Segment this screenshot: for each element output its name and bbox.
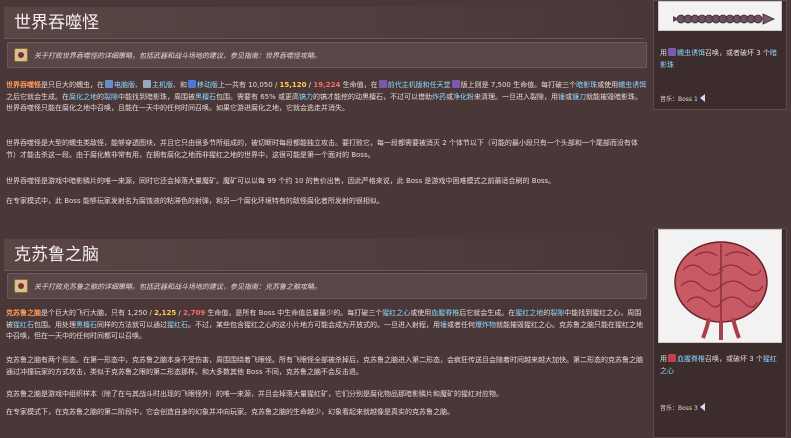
boss-infobox-eater: 用蠕虫诱饵召唤，或者破坏 3 个暗影珠 音乐：Boss 1	[653, 0, 787, 110]
paragraph-3: 世界吞噬怪是游戏中暗影鳞片的唯一来源，同时它还会掉落大量魔矿。魔矿可以以每 99…	[6, 177, 556, 185]
guide-icon	[14, 48, 28, 62]
music-row-eater: 音乐：Boss 1	[660, 94, 705, 106]
music-text: 音乐：Boss 3	[660, 405, 698, 412]
paragraph-3: 克苏鲁之脑是游戏中组织样本（除了在与其战斗时出现的飞眼怪外）的唯一来源，并且会掉…	[6, 390, 503, 398]
nintendo-icon	[451, 80, 460, 88]
heading-text: 世界吞噬怪	[14, 13, 99, 33]
main-article-box: 关于打败克苏鲁之脑的详细策略，包括武器和战斗场地的建议，参见指南：克苏鲁之脑攻略…	[7, 273, 647, 299]
boss-image-brain	[658, 229, 782, 343]
heading-text: 克苏鲁之脑	[14, 245, 99, 265]
bloody-spine-icon	[668, 354, 676, 362]
speaker-icon[interactable]	[699, 94, 705, 102]
section-eater-of-worlds: 世界吞噬怪 关于打败世界吞噬怪的详细策略，包括武器和战斗场地的建议，参见指南：世…	[0, 0, 791, 228]
paragraph-1: 克苏鲁之脑是个巨大的飞行大脑，只有 1,250 / 2,125 / 2,709 …	[6, 309, 643, 340]
music-text: 音乐：Boss 1	[660, 96, 698, 103]
pc-icon	[105, 80, 113, 88]
paragraph-1: 世界吞噬怪是只巨大的蠕虫，在 电脑版、 主机版、和 移动版上一共有 10,050 / …	[6, 80, 647, 112]
page-heading-eater: 世界吞噬怪	[4, 7, 644, 39]
worm-food-icon	[668, 48, 676, 56]
eater-of-worlds-sprite-icon	[673, 13, 775, 25]
mobile-icon	[188, 80, 196, 88]
main-article-box: 关于打败世界吞噬怪的详细策略，包括武器和战斗场地的建议，参见指南：世界吞噬怪攻略…	[7, 42, 647, 68]
guide-icon	[14, 279, 28, 293]
boss-infobox-brain: 用血腥脊椎召唤，或破坏 3 个猩红之心 音乐：Boss 3	[653, 228, 787, 438]
main-article-text[interactable]: 关于打败世界吞噬怪的详细策略，包括武器和战斗场地的建议，参见指南：世界吞噬怪攻略…	[34, 50, 321, 62]
page-heading-brain: 克苏鲁之脑	[4, 239, 644, 271]
old-console-icon	[378, 80, 387, 88]
section-brain-of-cthulhu: 克苏鲁之脑 关于打败克苏鲁之脑的详细策略，包括武器和战斗场地的建议，参见指南：克…	[0, 228, 791, 438]
paragraph-4: 在专家模式下，在克苏鲁之脑的第二阶段中，它会创造自身的幻象并冲向玩家。克苏鲁之脑…	[6, 408, 454, 416]
paragraph-2: 世界吞噬怪是大型的蠕虫类敌怪，能够穿透图块，并且它只由很多节所组成的，被切断时每…	[6, 139, 638, 159]
speaker-icon[interactable]	[699, 403, 705, 411]
boss-image-eater	[658, 1, 782, 31]
paragraph-2: 克苏鲁之脑有两个形态。在第一形态中，克苏鲁之脑本身不受伤害，周围围绕着飞眼怪。所…	[6, 356, 643, 376]
console-icon	[143, 80, 151, 88]
main-article-text[interactable]: 关于打败克苏鲁之脑的详细策略，包括武器和战斗场地的建议，参见指南：克苏鲁之脑攻略…	[34, 281, 321, 293]
summon-text-eater: 用蠕虫诱饵召唤，或者破坏 3 个暗影珠	[660, 48, 777, 69]
paragraph-4: 在专家模式中，此 Boss 能够玩家发射名为腐蚀液的粘滞色的射弹，和另一个腐化环…	[6, 197, 384, 205]
brain-of-cthulhu-sprite-icon	[674, 241, 768, 340]
summon-text-brain: 用血腥脊椎召唤，或破坏 3 个猩红之心	[660, 354, 777, 375]
music-row-brain: 音乐：Boss 3	[660, 403, 705, 415]
